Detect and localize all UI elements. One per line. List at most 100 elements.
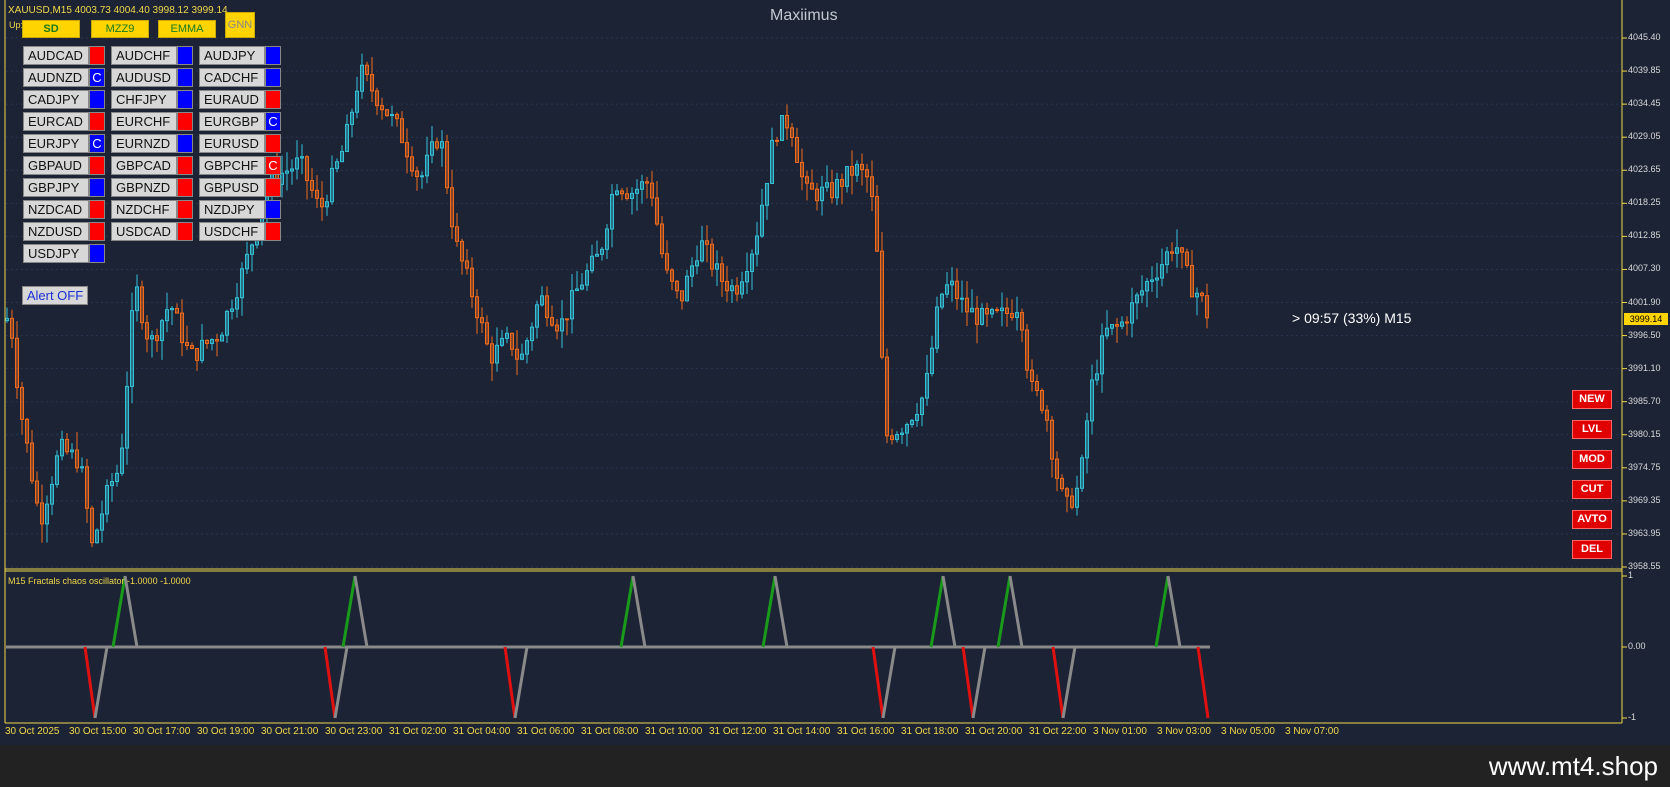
pair-button-usdchf[interactable]: USDCHF bbox=[199, 222, 265, 241]
price-tick-label: 3980.15 bbox=[1628, 428, 1661, 439]
pair-button-eurchf[interactable]: EURCHF bbox=[111, 112, 177, 131]
candle bbox=[880, 231, 884, 360]
time-tick-label: 31 Oct 20:00 bbox=[965, 726, 1023, 737]
time-tick-label: 31 Oct 16:00 bbox=[837, 726, 895, 737]
candle bbox=[780, 114, 784, 141]
pair-signal-eurcad bbox=[89, 112, 105, 131]
pair-button-cadchf[interactable]: CADCHF bbox=[199, 68, 265, 87]
pair-signal-gbpjpy bbox=[89, 178, 105, 197]
candle bbox=[90, 505, 94, 548]
pair-button-gbpjpy[interactable]: GBPJPY bbox=[23, 178, 89, 197]
time-tick-label: 3 Nov 01:00 bbox=[1093, 726, 1147, 737]
pair-signal-cadchf bbox=[265, 68, 281, 87]
symbol-info: XAUUSD,M15 4003.73 4004.40 3998.12 3999.… bbox=[8, 5, 228, 16]
time-tick-label: 31 Oct 08:00 bbox=[581, 726, 639, 737]
pair-button-gbpcad[interactable]: GBPCAD bbox=[111, 156, 177, 175]
pair-button-eurusd[interactable]: EURUSD bbox=[199, 134, 265, 153]
pair-button-gbpchf[interactable]: GBPCHF bbox=[199, 156, 265, 175]
toolbar-emma-button[interactable]: EMMA bbox=[158, 20, 216, 38]
price-tick-label: 4034.45 bbox=[1628, 98, 1661, 109]
time-tick-label: 31 Oct 06:00 bbox=[517, 726, 575, 737]
time-tick-label: 31 Oct 04:00 bbox=[453, 726, 511, 737]
pair-button-audnzd[interactable]: AUDNZD bbox=[23, 68, 89, 87]
pair-signal-eurchf bbox=[177, 112, 193, 131]
candle bbox=[940, 292, 944, 310]
osc-tick-label: 1 bbox=[1628, 570, 1634, 580]
time-tick-label: 31 Oct 18:00 bbox=[901, 726, 959, 737]
candle bbox=[95, 528, 99, 544]
pair-signal-audnzd: C bbox=[89, 68, 105, 87]
price-tick-label: 3969.35 bbox=[1628, 494, 1661, 505]
pair-button-audusd[interactable]: AUDUSD bbox=[111, 68, 177, 87]
pair-signal-cadjpy bbox=[89, 90, 105, 109]
pair-signal-eurgbp: C bbox=[265, 112, 281, 131]
candle bbox=[385, 109, 389, 117]
pair-signal-usdjpy bbox=[89, 244, 105, 263]
pair-button-chfjpy[interactable]: CHFJPY bbox=[111, 90, 177, 109]
pair-button-usdcad[interactable]: USDCAD bbox=[111, 222, 177, 241]
pair-signal-chfjpy bbox=[177, 90, 193, 109]
action-button-new[interactable]: NEW bbox=[1572, 390, 1612, 409]
pair-button-usdjpy[interactable]: USDJPY bbox=[23, 244, 89, 263]
candle bbox=[885, 348, 889, 444]
watermark: www.mt4.shop bbox=[1488, 751, 1658, 781]
candle bbox=[1080, 454, 1084, 492]
footer-bar bbox=[0, 745, 1670, 787]
time-tick-label: 30 Oct 17:00 bbox=[133, 726, 191, 737]
pair-signal-audusd bbox=[177, 68, 193, 87]
time-tick-label: 3 Nov 03:00 bbox=[1157, 726, 1211, 737]
price-tick-label: 3963.95 bbox=[1628, 527, 1661, 538]
pair-signal-nzdchf bbox=[177, 200, 193, 219]
pair-signal-usdcad bbox=[177, 222, 193, 241]
pair-button-nzdusd[interactable]: NZDUSD bbox=[23, 222, 89, 241]
time-tick-label: 31 Oct 14:00 bbox=[773, 726, 831, 737]
pair-signal-eurusd bbox=[265, 134, 281, 153]
chart-title: Maxiimus bbox=[770, 7, 838, 24]
toolbar-mzz9-button[interactable]: MZZ9 bbox=[91, 20, 149, 38]
time-tick-label: 30 Oct 2025 bbox=[5, 726, 60, 737]
pair-button-nzdcad[interactable]: NZDCAD bbox=[23, 200, 89, 219]
pair-signal-gbpchf: C bbox=[265, 156, 281, 175]
pair-button-gbpaud[interactable]: GBPAUD bbox=[23, 156, 89, 175]
pair-button-audchf[interactable]: AUDCHF bbox=[111, 46, 177, 65]
pair-button-audcad[interactable]: AUDCAD bbox=[23, 46, 89, 65]
pair-button-eurjpy[interactable]: EURJPY bbox=[23, 134, 89, 153]
pair-signal-audchf bbox=[177, 46, 193, 65]
action-button-del[interactable]: DEL bbox=[1572, 540, 1612, 559]
time-tick-label: 31 Oct 22:00 bbox=[1029, 726, 1087, 737]
pair-button-nzdjpy[interactable]: NZDJPY bbox=[199, 200, 265, 219]
pair-button-audjpy[interactable]: AUDJPY bbox=[199, 46, 265, 65]
price-tick-label: 4001.90 bbox=[1628, 296, 1661, 307]
pair-signal-gbpcad bbox=[177, 156, 193, 175]
price-tick-label: 4039.85 bbox=[1628, 65, 1661, 76]
time-tick-label: 31 Oct 02:00 bbox=[389, 726, 447, 737]
time-tick-label: 30 Oct 19:00 bbox=[197, 726, 255, 737]
candle bbox=[140, 280, 144, 330]
price-tick-label: 4018.25 bbox=[1628, 197, 1661, 208]
pair-button-eurgbp[interactable]: EURGBP bbox=[199, 112, 265, 131]
current-price-label: 3999.14 bbox=[1624, 313, 1668, 325]
pair-button-nzdchf[interactable]: NZDCHF bbox=[111, 200, 177, 219]
pair-button-eurnzd[interactable]: EURNZD bbox=[111, 134, 177, 153]
time-tick-label: 3 Nov 07:00 bbox=[1285, 726, 1339, 737]
pair-button-gbpusd[interactable]: GBPUSD bbox=[199, 178, 265, 197]
alert-toggle-button[interactable]: Alert OFF bbox=[22, 286, 88, 305]
action-button-lvl[interactable]: LVL bbox=[1572, 420, 1612, 439]
price-tick-label: 3974.75 bbox=[1628, 461, 1661, 472]
action-button-cut[interactable]: CUT bbox=[1572, 480, 1612, 499]
toolbar-sd-button[interactable]: SD bbox=[22, 20, 80, 38]
price-tick-label: 4023.65 bbox=[1628, 164, 1661, 175]
pair-button-cadjpy[interactable]: CADJPY bbox=[23, 90, 89, 109]
osc-tick-label: 0.00 bbox=[1628, 641, 1646, 651]
up-label: Up: bbox=[9, 20, 24, 30]
pair-signal-usdchf bbox=[265, 222, 281, 241]
toolbar-gnn-button[interactable]: GNN bbox=[225, 12, 255, 38]
pair-button-euraud[interactable]: EURAUD bbox=[199, 90, 265, 109]
pair-signal-nzdusd bbox=[89, 222, 105, 241]
osc-tick-label: -1 bbox=[1628, 712, 1637, 722]
action-button-mod[interactable]: MOD bbox=[1572, 450, 1612, 469]
pair-button-gbpnzd[interactable]: GBPNZD bbox=[111, 178, 177, 197]
action-button-avto[interactable]: AVTO bbox=[1572, 510, 1612, 529]
pair-button-eurcad[interactable]: EURCAD bbox=[23, 112, 89, 131]
time-tick-label: 30 Oct 21:00 bbox=[261, 726, 319, 737]
